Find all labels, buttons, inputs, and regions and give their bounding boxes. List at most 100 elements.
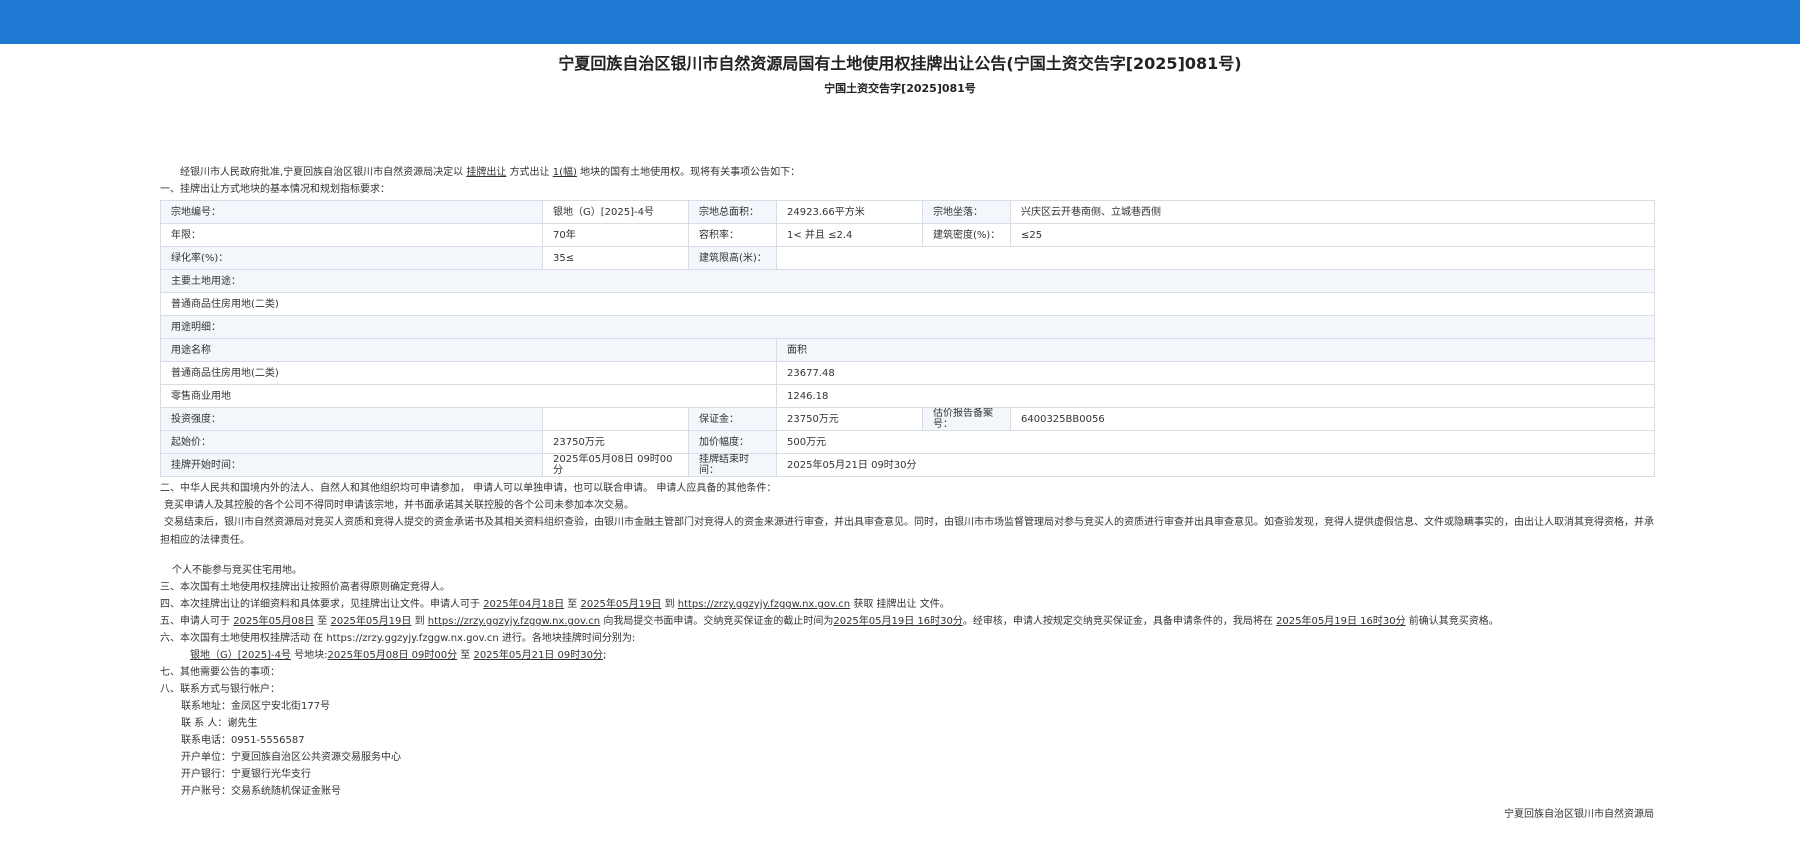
location-value: 兴庆区云开巷南侧、立城巷西侧 (1010, 200, 1655, 224)
table-row: 零售商业用地 1246.18 (160, 384, 1655, 408)
account-unit: 开户单位：宁夏回族自治区公共资源交易服务中心 (181, 752, 401, 763)
table-row: 投资强度： 保证金： 23750万元 估价报告备案号： 6400325BB005… (160, 407, 1655, 431)
parcel-no-value: 银地（G）[2025]-4号 (542, 200, 689, 224)
report-label: 估价报告备案号： (922, 407, 1011, 431)
s5-at: 到 (414, 616, 425, 627)
section-5: 五、申请人可于 2025年05月08日 至 2025年05月19日 到 http… (160, 613, 1654, 630)
table-row: 用途名称 面积 (160, 338, 1655, 362)
s6-parcel: 银地（G）[2025]-4号 (190, 650, 291, 661)
start-price-label: 起始价： (160, 430, 543, 454)
use-name-cell: 普通商品住房用地(二类) (160, 361, 777, 385)
intro-pre: 经银川市人民政府批准,宁夏回族自治区银川市自然资源局决定以 (180, 167, 464, 178)
years-value: 70年 (542, 223, 689, 247)
use-name-header: 用途名称 (160, 338, 777, 362)
parcel-table: 宗地编号： 银地（G）[2025]-4号 宗地总面积： 24923.66平方米 … (160, 200, 1655, 477)
height-value (776, 246, 1655, 270)
deposit-label: 保证金： (688, 407, 777, 431)
s4-post: 获取 挂牌出让 文件。 (853, 599, 950, 610)
page-subtitle: 宁国土资交告字[2025]081号 (824, 82, 976, 95)
announcement: 宁夏回族自治区银川市自然资源局国有土地使用权挂牌出让公告(宁国土资交告字[202… (0, 52, 1800, 820)
section-2-condition-2: 交易结束后，银川市自然资源局对竞买人资质和竞得人提交的资金承诺书及其相关资料组织… (160, 517, 1654, 546)
s4-url-link[interactable]: https://zrzy.ggzyjy.fzggw.nx.gov.cn (678, 599, 850, 610)
table-row: 主要土地用途： (160, 269, 1655, 293)
section-3: 三、本次国有土地使用权挂牌出让按照价高者得原则确定竞得人。 (160, 582, 450, 593)
s4-pre: 四、本次挂牌出让的详细资料和具体要求，见挂牌出让文件。申请人可于 (160, 599, 480, 610)
use-detail-label: 用途明细： (160, 315, 1655, 339)
section-1-heading: 一、挂牌出让方式地块的基本情况和规划指标要求： (160, 184, 390, 195)
intro-post: 地块的国有土地使用权。现将有关事项公告如下： (580, 167, 801, 178)
signature: 宁夏回族自治区银川市自然资源局 (1504, 809, 1654, 820)
page-title: 宁夏回族自治区银川市自然资源局国有土地使用权挂牌出让公告(宁国土资交告字[202… (558, 54, 1242, 73)
s4-at: 到 (664, 599, 675, 610)
far-value: 1< 并且 ≤2.4 (776, 223, 923, 247)
main-use-value: 普通商品住房用地(二类) (160, 292, 1655, 316)
table-row: 普通商品住房用地(二类) 23677.48 (160, 361, 1655, 385)
contact-person: 联 系 人：谢先生 (181, 718, 258, 729)
contact-phone: 联系电话：0951-5556587 (181, 735, 305, 746)
section-2-heading: 二、中华人民共和国境内外的法人、自然人和其他组织均可申请参加， 申请人可以单独申… (160, 483, 777, 494)
parcel-no-label: 宗地编号： (160, 200, 543, 224)
s4-date-end: 2025年05月19日 (580, 599, 662, 610)
density-label: 建筑密度(%)： (922, 223, 1011, 247)
increment-value: 500万元 (776, 430, 1655, 454)
s6-end: 2025年05月21日 09时30分 (473, 650, 603, 661)
years-label: 年限： (160, 223, 543, 247)
end-time-label: 挂牌结束时间： (688, 453, 777, 477)
invest-value (542, 407, 689, 431)
invest-label: 投资强度： (160, 407, 543, 431)
area-value: 24923.66平方米 (776, 200, 923, 224)
s5-deadline: 2025年05月19日 16时30分 (833, 616, 963, 627)
s5-date-end: 2025年05月19日 (330, 616, 412, 627)
table-row: 普通商品住房用地(二类) (160, 292, 1655, 316)
use-area-header: 面积 (776, 338, 1655, 362)
location-label: 宗地坐落： (922, 200, 1011, 224)
s6-start: 2025年05月08日 09时00分 (327, 650, 458, 661)
section-2-condition-3: 个人不能参与竞买住宅用地。 (172, 565, 302, 576)
table-row: 年限： 70年 容积率： 1< 并且 ≤2.4 建筑密度(%)： ≤25 (160, 223, 1655, 247)
section-6-schedule: 银地（G）[2025]-4号 号地块:2025年05月08日 09时00分 至 … (160, 647, 1654, 664)
start-time-label: 挂牌开始时间： (160, 453, 543, 477)
s5-url-link[interactable]: https://zrzy.ggzyjy.fzggw.nx.gov.cn (428, 616, 600, 627)
table-row: 绿化率(%)： 35≤ 建筑限高(米)： (160, 246, 1655, 270)
start-price-value: 23750万元 (542, 430, 689, 454)
far-label: 容积率： (688, 223, 777, 247)
height-label: 建筑限高(米)： (688, 246, 777, 270)
section-6: 六、本次国有土地使用权挂牌活动 在 https://zrzy.ggzyjy.fz… (160, 633, 636, 644)
table-row: 用途明细： (160, 315, 1655, 339)
s5-confirm-date: 2025年05月19日 16时30分 (1276, 616, 1406, 627)
top-bar (0, 0, 1800, 44)
section-7: 七、其他需要公告的事项： (160, 667, 280, 678)
s5-date-start: 2025年05月08日 (233, 616, 315, 627)
s5-mid: 向我局提交书面申请。交纳竞买保证金的截止时间为 (603, 616, 834, 627)
s4-date-start: 2025年04月18日 (483, 599, 565, 610)
s5-mid2: 。经审核，申请人按规定交纳竞买保证金，具备申请条件的，我局将在 (962, 616, 1273, 627)
use-name-cell: 零售商业用地 (160, 384, 777, 408)
green-label: 绿化率(%)： (160, 246, 543, 270)
s5-post: 前确认其竞买资格。 (1408, 616, 1499, 627)
report-value: 6400325BB0056 (1010, 407, 1655, 431)
s4-to: 至 (567, 599, 578, 610)
main-use-label: 主要土地用途： (160, 269, 1655, 293)
start-time-value: 2025年05月08日 09时00分 (542, 453, 689, 477)
contact-address: 联系地址：金凤区宁安北街177号 (181, 701, 331, 712)
s6-label: 号地块: (294, 650, 328, 661)
account-number: 开户账号：交易系统随机保证金账号 (181, 786, 341, 797)
area-label: 宗地总面积： (688, 200, 777, 224)
table-row: 挂牌开始时间： 2025年05月08日 09时00分 挂牌结束时间： 2025年… (160, 453, 1655, 477)
intro-count: 1(幅) (552, 167, 577, 178)
intro-mid: 方式出让 (509, 167, 550, 178)
increment-label: 加价幅度： (688, 430, 777, 454)
section-4: 四、本次挂牌出让的详细资料和具体要求，见挂牌出让文件。申请人可于 2025年04… (160, 596, 1654, 613)
green-value: 35≤ (542, 246, 689, 270)
s5-to: 至 (317, 616, 328, 627)
table-row: 起始价： 23750万元 加价幅度： 500万元 (160, 430, 1655, 454)
table-row: 宗地编号： 银地（G）[2025]-4号 宗地总面积： 24923.66平方米 … (160, 200, 1655, 224)
intro-method: 挂牌出让 (466, 167, 507, 178)
end-time-value: 2025年05月21日 09时30分 (776, 453, 1655, 477)
deposit-value: 23750万元 (776, 407, 923, 431)
s6-tail: ; (602, 650, 607, 661)
announcement-body: 经银川市人民政府批准,宁夏回族自治区银川市自然资源局决定以 挂牌出让 方式出让 … (160, 164, 1655, 823)
s6-to: 至 (460, 650, 471, 661)
use-area-cell: 23677.48 (776, 361, 1655, 385)
